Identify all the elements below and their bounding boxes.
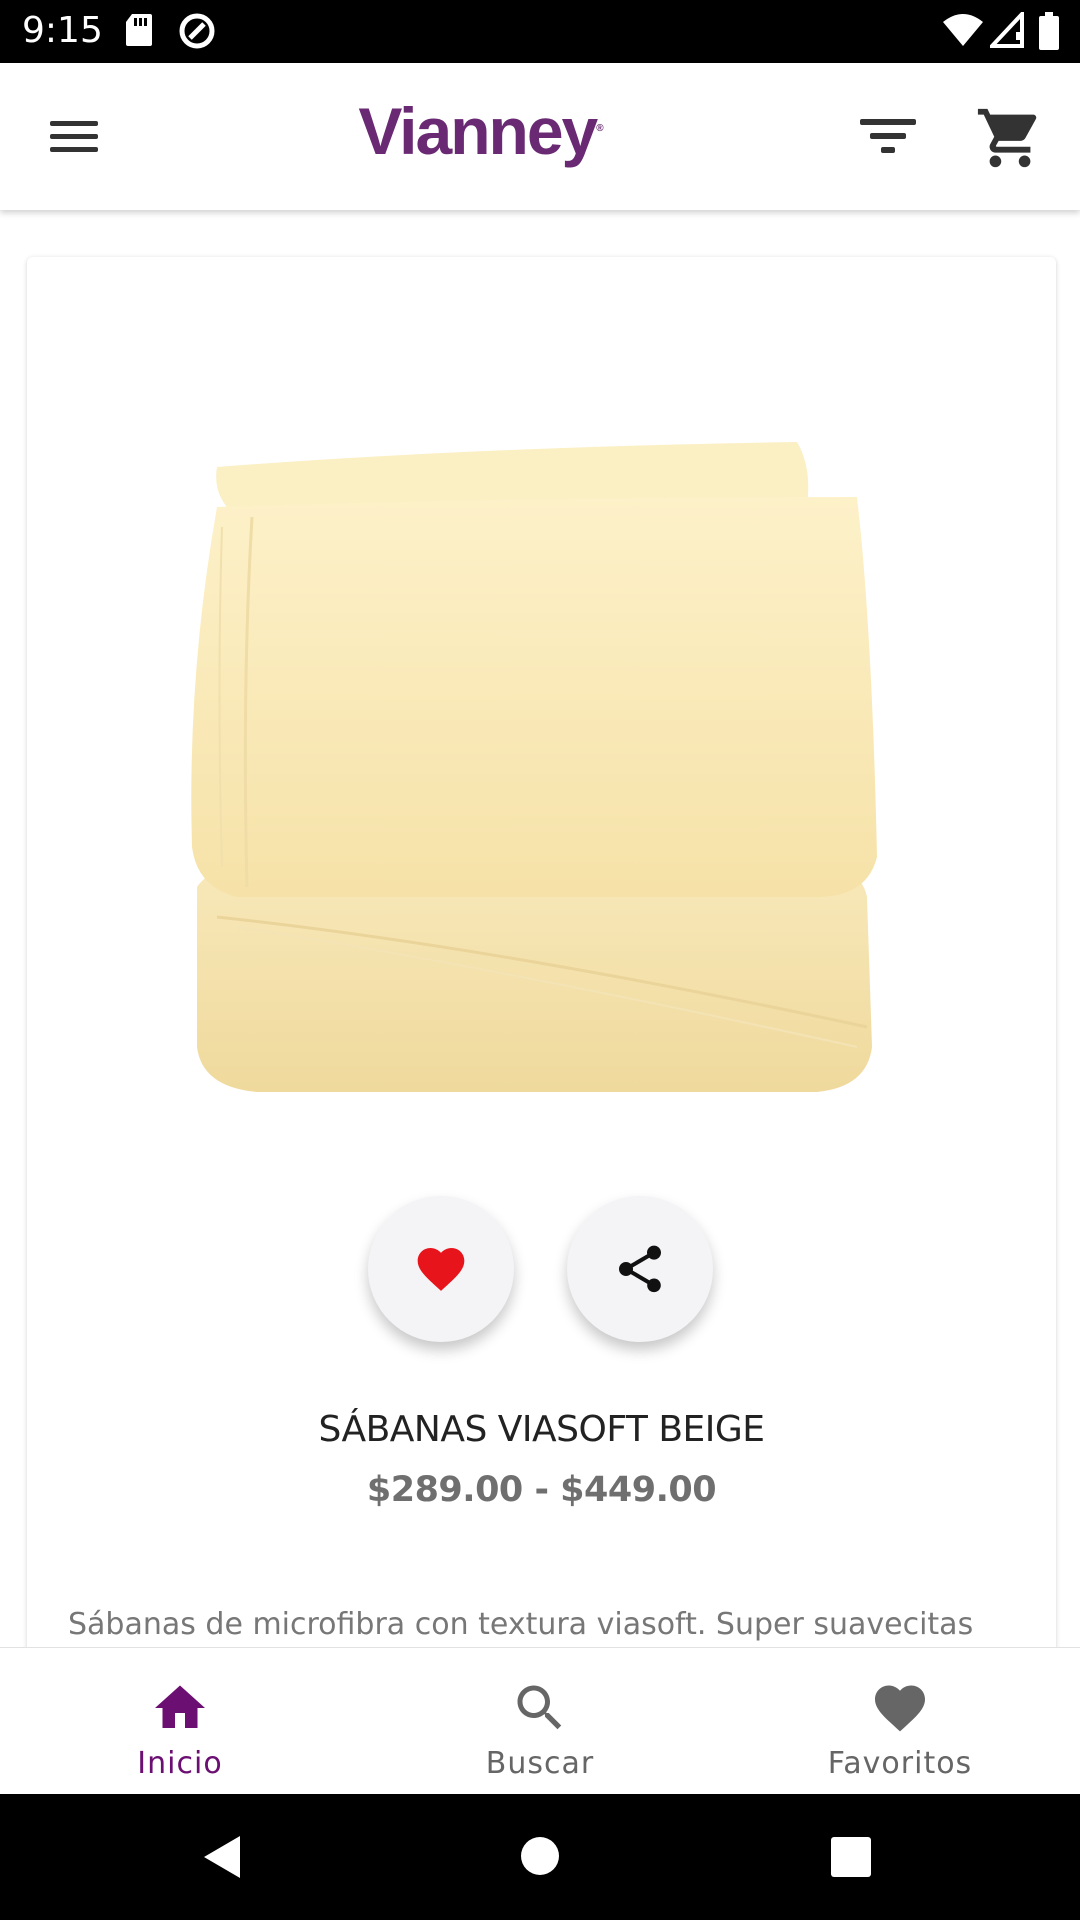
wifi-icon bbox=[943, 14, 983, 46]
battery-icon bbox=[1039, 12, 1059, 50]
recents-icon[interactable] bbox=[831, 1837, 871, 1877]
data-saver-icon bbox=[179, 13, 215, 49]
bottom-navigation: Inicio Buscar Favoritos bbox=[0, 1647, 1080, 1794]
search-icon bbox=[517, 1685, 562, 1730]
product-price: $289.00 - $449.00 bbox=[366, 1470, 717, 1510]
filter-icon bbox=[860, 119, 916, 125]
status-bar: 9:15 bbox=[0, 0, 1080, 63]
product-image[interactable] bbox=[177, 427, 907, 1127]
nav-item-favoritos[interactable]: Favoritos bbox=[720, 1648, 1080, 1795]
product-name: SÁBANAS VIASOFT BEIGE bbox=[318, 1409, 765, 1450]
nav-label-favoritos: Favoritos bbox=[827, 1746, 973, 1781]
back-icon[interactable] bbox=[200, 1834, 246, 1880]
nav-item-inicio[interactable]: Inicio bbox=[0, 1648, 360, 1795]
cart-icon[interactable] bbox=[975, 103, 1045, 173]
app-bar: Vianney® bbox=[0, 63, 1080, 210]
product-card: SÁBANAS VIASOFT BEIGE $289.00 - $449.00 … bbox=[27, 257, 1056, 1657]
brand-logo[interactable]: Vianney® bbox=[0, 93, 960, 169]
logo-registered-mark: ® bbox=[596, 123, 604, 134]
home-icon bbox=[155, 1685, 205, 1728]
heart-icon bbox=[875, 1685, 925, 1732]
nav-label-inicio: Inicio bbox=[137, 1746, 223, 1781]
status-time: 9:15 bbox=[22, 10, 103, 51]
sd-card-icon bbox=[126, 14, 152, 46]
system-navigation-bar bbox=[0, 1794, 1080, 1920]
cell-signal-icon bbox=[990, 12, 1024, 48]
nav-item-buscar[interactable]: Buscar bbox=[360, 1648, 720, 1795]
filter-button[interactable] bbox=[850, 105, 924, 165]
favorite-button[interactable] bbox=[368, 1196, 514, 1342]
logo-text: Vianney bbox=[358, 94, 598, 168]
heart-icon bbox=[417, 1248, 465, 1291]
nav-label-buscar: Buscar bbox=[485, 1746, 595, 1781]
share-icon bbox=[619, 1245, 661, 1293]
share-button[interactable] bbox=[567, 1196, 713, 1342]
home-circle-icon[interactable] bbox=[520, 1836, 560, 1876]
product-description: Sábanas de microfibra con textura viasof… bbox=[68, 1607, 974, 1642]
